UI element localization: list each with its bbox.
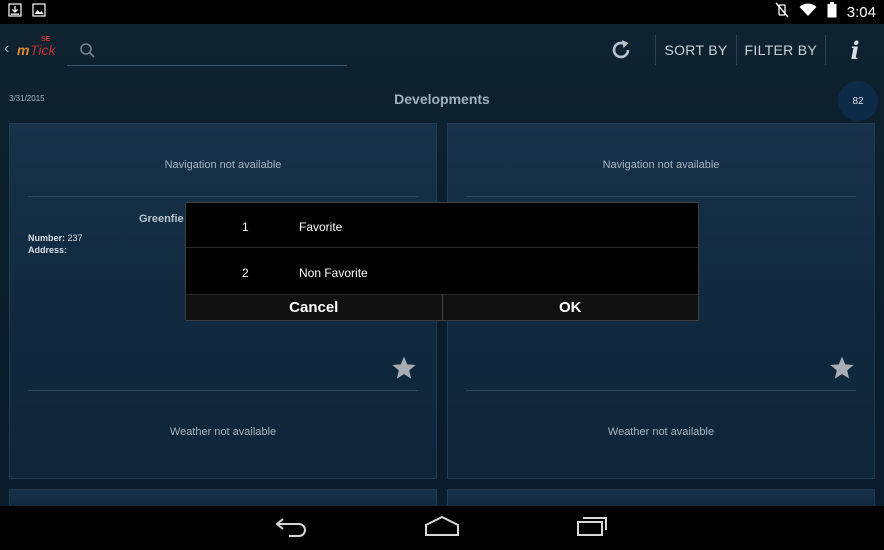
filter-by-button[interactable]: FILTER BY bbox=[737, 42, 825, 58]
app-logo[interactable]: m Tick SE bbox=[17, 36, 56, 62]
development-card[interactable] bbox=[9, 489, 437, 506]
back-icon bbox=[275, 515, 309, 542]
download-icon bbox=[8, 2, 22, 22]
favorite-star-icon[interactable] bbox=[391, 355, 417, 381]
home-button[interactable] bbox=[412, 512, 472, 544]
divider bbox=[28, 390, 418, 391]
number-value: 237 bbox=[67, 233, 83, 243]
dialog-buttons: Cancel OK bbox=[186, 294, 698, 320]
info-button[interactable]: i bbox=[826, 24, 884, 76]
option-number: 1 bbox=[242, 220, 249, 234]
status-bar: 3:04 bbox=[0, 0, 884, 24]
navigation-status: Navigation not available bbox=[164, 159, 282, 171]
option-number: 2 bbox=[242, 266, 249, 280]
back-button[interactable] bbox=[262, 512, 322, 544]
status-left bbox=[8, 2, 46, 22]
back-chevron-icon[interactable]: ‹ bbox=[4, 40, 9, 58]
weather-status: Weather not available bbox=[607, 426, 715, 438]
navigation-status: Navigation not available bbox=[602, 159, 720, 171]
address-label: Address: bbox=[28, 245, 68, 255]
search-icon bbox=[79, 42, 97, 60]
clock: 3:04 bbox=[846, 3, 876, 21]
recent-apps-icon bbox=[576, 515, 608, 542]
count-badge: 82 bbox=[838, 81, 878, 121]
wifi-icon bbox=[799, 2, 817, 22]
ok-button[interactable]: OK bbox=[441, 295, 699, 320]
action-buttons: SORT BY FILTER BY i bbox=[601, 24, 884, 76]
development-card[interactable] bbox=[447, 489, 875, 506]
mute-icon bbox=[775, 2, 789, 23]
home-icon bbox=[424, 515, 460, 542]
dialog-option-favorite[interactable]: 1 Favorite bbox=[186, 203, 698, 248]
logo-superscript: SE bbox=[41, 36, 51, 43]
page-title: Developments bbox=[394, 91, 490, 107]
divider bbox=[466, 196, 856, 197]
address-field: Address: bbox=[28, 245, 67, 255]
action-bar: ‹ m Tick SE SORT BY FILTER BY i bbox=[0, 24, 884, 76]
option-label: Non Favorite bbox=[299, 266, 368, 280]
logo-m: m bbox=[17, 42, 30, 58]
divider bbox=[28, 196, 418, 197]
cancel-button[interactable]: Cancel bbox=[186, 295, 442, 320]
search-input[interactable] bbox=[67, 36, 347, 66]
status-right: 3:04 bbox=[775, 1, 876, 23]
logo-tick: Tick bbox=[30, 42, 56, 58]
development-name: Greenfie bbox=[139, 213, 184, 225]
dialog-option-non-favorite[interactable]: 2 Non Favorite bbox=[186, 249, 698, 294]
recent-apps-button[interactable] bbox=[562, 512, 622, 544]
favorite-star-icon[interactable] bbox=[829, 355, 855, 381]
sort-by-button[interactable]: SORT BY bbox=[656, 42, 735, 58]
subheader: 3/31/2015 Developments 82 bbox=[0, 80, 884, 121]
system-nav-bar bbox=[0, 506, 884, 550]
image-icon bbox=[32, 2, 46, 22]
info-icon: i bbox=[850, 35, 860, 65]
battery-icon bbox=[827, 1, 837, 23]
divider bbox=[466, 390, 856, 391]
refresh-icon[interactable] bbox=[601, 30, 641, 70]
number-label: Number: bbox=[28, 233, 66, 243]
number-field: Number: 237 bbox=[28, 233, 83, 243]
sort-dialog: 1 Favorite 2 Non Favorite Cancel OK bbox=[185, 202, 699, 321]
option-label: Favorite bbox=[299, 220, 343, 234]
weather-status: Weather not available bbox=[169, 426, 277, 438]
